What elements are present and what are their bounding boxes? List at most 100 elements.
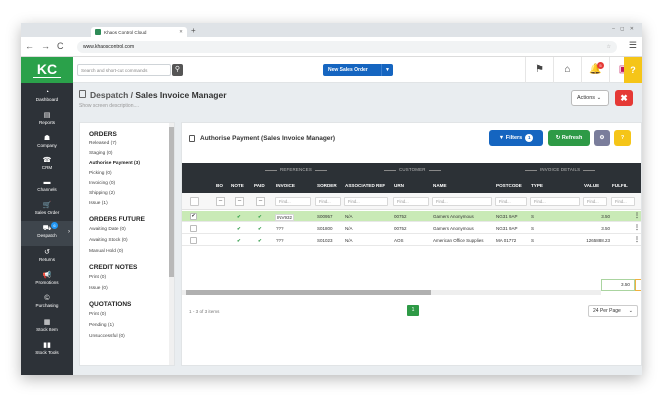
urn-cell: AOS xyxy=(394,237,404,243)
sidebar-item-purchasing[interactable]: © Purchasing xyxy=(21,291,73,316)
forward-button[interactable]: → xyxy=(41,41,50,51)
status-item[interactable]: Shipping (2) xyxy=(89,191,115,196)
column-header-sorder[interactable]: SORDER xyxy=(317,183,337,188)
chevron-down-icon[interactable]: ▼ xyxy=(381,64,393,76)
new-tab-button[interactable]: + xyxy=(191,27,196,35)
status-item[interactable]: Staging (0) xyxy=(89,151,112,156)
column-header-value[interactable]: VALUE xyxy=(584,183,599,188)
value-filter-input[interactable]: Find... xyxy=(583,197,607,206)
bookmark-star-icon[interactable]: ☆ xyxy=(607,41,611,53)
select-all-checkbox[interactable] xyxy=(190,197,199,206)
sorder-cell: S01800 xyxy=(317,225,333,231)
sidebar-item-channels[interactable]: ▬ Channels xyxy=(21,175,73,200)
reload-button[interactable]: C xyxy=(57,41,64,51)
flag-icon[interactable]: ⚑ xyxy=(525,57,553,83)
column-header-type[interactable]: TYPE xyxy=(531,183,543,188)
row-menu-icon[interactable]: ⋮ xyxy=(634,212,640,219)
row-menu-icon[interactable]: ⋮ xyxy=(634,224,640,231)
per-page-select[interactable]: 24 Per Page ⌄ xyxy=(588,305,638,317)
row-menu-icon[interactable]: ⋮ xyxy=(634,236,640,243)
bank-icon[interactable]: ⌂ xyxy=(553,57,581,83)
column-header-note[interactable]: NOTE xyxy=(231,183,244,188)
browser-menu-icon[interactable]: ☰ xyxy=(629,40,637,51)
filters-button[interactable]: ▼ Filters 1 xyxy=(489,130,543,146)
column-header-postcode[interactable]: POSTCODE xyxy=(496,183,522,188)
status-item[interactable]: Print (0) xyxy=(89,275,106,280)
help-button[interactable]: ? xyxy=(624,57,642,83)
close-button[interactable]: ✖ xyxy=(615,90,633,106)
sidebar-item-sales-order[interactable]: 🛒 Sales Order xyxy=(21,198,73,223)
browser-tab[interactable]: Khaos Control Cloud ✕ xyxy=(91,27,187,37)
per-page-value: 24 Per Page xyxy=(593,308,621,314)
bo-filter[interactable]: – xyxy=(216,197,225,206)
status-item[interactable]: Print (0) xyxy=(89,312,106,317)
status-item[interactable]: Picking (0) xyxy=(89,171,112,176)
column-header-urn[interactable]: URN xyxy=(394,183,404,188)
chevron-down-icon: ⌄ xyxy=(596,95,602,101)
status-item-active[interactable]: Authorise Payment (3) xyxy=(89,161,140,166)
postcode-filter-input[interactable]: Find... xyxy=(495,197,527,206)
row-checkbox[interactable] xyxy=(190,225,197,232)
paid-check-icon: ✔ xyxy=(258,213,262,219)
column-header-associated-ref[interactable]: ASSOCIATED REF xyxy=(345,183,385,188)
status-item[interactable]: Manual Hold (0) xyxy=(89,249,123,254)
refresh-button[interactable]: ↻ Refresh xyxy=(548,130,590,146)
sidebar-item-despatch[interactable]: ⛟ Despatch 6 › xyxy=(21,221,73,246)
assoc-ref-cell: N/A xyxy=(345,225,353,231)
status-item[interactable]: Pending (1) xyxy=(89,323,114,328)
fulfil-filter-input[interactable]: Find... xyxy=(611,197,635,206)
column-header-fulfil[interactable]: FULFIL xyxy=(612,183,628,188)
breadcrumb[interactable]: Despatch xyxy=(90,90,128,100)
column-header-invoice[interactable]: INVOICE xyxy=(276,183,295,188)
paid-filter[interactable]: – xyxy=(256,197,265,206)
settings-button[interactable]: ⚙ xyxy=(594,130,610,146)
sidebar-item-reports[interactable]: ▤ Reports xyxy=(21,108,73,133)
tab-close-icon[interactable]: ✕ xyxy=(179,29,183,35)
urn-filter-input[interactable]: Find... xyxy=(393,197,429,206)
type-filter-input[interactable]: Find... xyxy=(530,197,580,206)
name-filter-input[interactable]: Find... xyxy=(432,197,492,206)
status-item[interactable]: Issue (0) xyxy=(89,286,108,291)
row-checkbox[interactable] xyxy=(190,237,197,244)
sidebar-item-stock-item[interactable]: ▦ Stock Item xyxy=(21,315,73,340)
grid-help-button[interactable]: ? xyxy=(614,130,631,146)
status-item[interactable]: Invoicing (0) xyxy=(89,181,115,186)
sorder-filter-input[interactable]: Find... xyxy=(315,197,341,206)
horizontal-scrollbar[interactable] xyxy=(182,290,601,295)
row-checkbox[interactable]: ✔ xyxy=(190,213,197,220)
notifications-icon[interactable]: 🔔 5 xyxy=(581,57,609,83)
table-row[interactable]: ✔ ✔ ??? S01023 N/A AOS American Office S… xyxy=(182,235,641,246)
actions-dropdown[interactable]: Actions ⌄ xyxy=(571,90,609,106)
status-item[interactable]: Unsuccessful (0) xyxy=(89,334,125,339)
note-filter[interactable]: – xyxy=(235,197,244,206)
status-item[interactable]: Awaiting Stock (0) xyxy=(89,238,128,243)
sidebar-item-returns[interactable]: ↺ Returns xyxy=(21,245,73,270)
status-item[interactable]: Awaiting Date (0) xyxy=(89,227,126,232)
column-header-paid[interactable]: PAID xyxy=(254,183,265,188)
sidebar-item-label: Sales Order xyxy=(34,210,60,215)
page-button[interactable]: 1 xyxy=(407,305,419,316)
column-header-bo[interactable]: BO xyxy=(216,183,223,188)
new-sales-order-button[interactable]: New Sales Order ▼ xyxy=(323,64,393,76)
search-button[interactable]: ⚲ xyxy=(172,64,183,76)
status-item[interactable]: Released (7) xyxy=(89,141,116,146)
status-item[interactable]: Issue (1) xyxy=(89,201,108,206)
window-controls[interactable]: – ◻ ✕ xyxy=(612,26,636,32)
back-button[interactable]: ← xyxy=(25,41,34,51)
scrollbar-thumb[interactable] xyxy=(186,290,431,295)
invoice-cell[interactable]: INV932 xyxy=(275,213,295,221)
app-logo[interactable]: KC xyxy=(21,57,73,83)
invoice-filter-input[interactable]: Find... xyxy=(275,197,311,206)
table-row[interactable]: ✔ ✔ ✔ INV932 S00957 N/A 00752 Gamers Ano… xyxy=(182,211,641,222)
column-header-name[interactable]: NAME xyxy=(433,183,447,188)
search-input[interactable]: Search and short-cut commands xyxy=(77,64,171,76)
assoc-ref-filter-input[interactable]: Find... xyxy=(344,197,388,206)
sidebar-item-stock-tools[interactable]: ▮▮ Stock Tools xyxy=(21,338,73,363)
panel-scrollbar[interactable] xyxy=(169,123,174,365)
sidebar-item-dashboard[interactable]: ◔ Dashboard xyxy=(21,85,73,110)
screen-description-link[interactable]: Show screen description.... xyxy=(79,103,139,109)
scrollbar-thumb[interactable] xyxy=(169,127,174,277)
sidebar-item-promotions[interactable]: 📢 Promotions xyxy=(21,268,73,293)
url-input[interactable]: www.khaoscontrol.com ☆ xyxy=(77,41,617,53)
table-row[interactable]: ✔ ✔ ??? S01800 N/A 00752 Gamers Anonymou… xyxy=(182,223,641,234)
